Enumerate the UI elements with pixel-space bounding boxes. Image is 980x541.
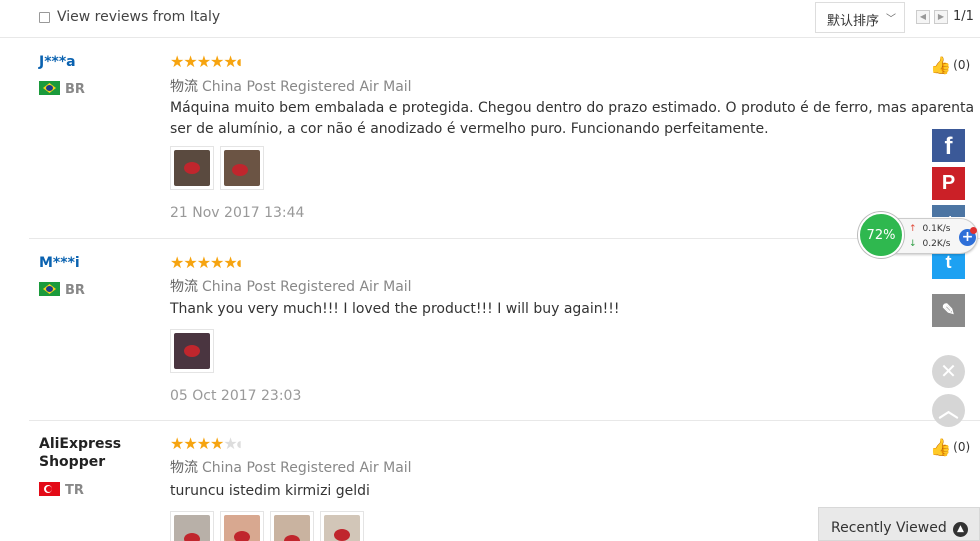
notification-dot: [970, 227, 977, 234]
page-count: 1/1: [953, 9, 974, 24]
close-icon[interactable]: ✕: [932, 355, 965, 388]
helpful-button[interactable]: 👍 (0): [930, 56, 970, 76]
review-text: Thank you very much!!! I loved the produ…: [170, 301, 620, 317]
recently-viewed-label: Recently Viewed: [831, 520, 947, 536]
review-item: J***a BR ★★★★★◖ 物流 China Post Registered …: [0, 38, 980, 239]
star-rating: ★★★★★◖: [170, 434, 241, 453]
star-icon: ★★★★★: [170, 253, 238, 272]
chevron-down-icon: ﹀: [886, 14, 896, 25]
shipping-method: 物流 China Post Registered Air Mail: [170, 279, 412, 295]
checkbox-icon[interactable]: [39, 12, 50, 23]
review-photos: [170, 511, 364, 541]
review-photos: [170, 329, 214, 373]
speed-gauge[interactable]: 72%: [858, 212, 904, 258]
shipping-method: 物流 China Post Registered Air Mail: [170, 79, 412, 95]
back-to-top-icon[interactable]: ︿: [932, 394, 965, 427]
helpful-button[interactable]: 👍 (0): [930, 438, 970, 458]
edit-icon[interactable]: ✎: [932, 294, 965, 327]
reviewer-name[interactable]: J***a: [39, 53, 76, 71]
reviewer-country: BR: [39, 282, 85, 298]
review-date: 05 Oct 2017 23:03: [170, 388, 302, 404]
shipping-method: 物流 China Post Registered Air Mail: [170, 460, 412, 476]
flag-br-icon: [39, 282, 60, 296]
view-reviews-from-italy-label[interactable]: View reviews from Italy: [57, 9, 220, 25]
sort-dropdown[interactable]: 默认排序 ﹀: [815, 2, 905, 33]
review-date: 21 Nov 2017 13:44: [170, 205, 305, 221]
review-photo[interactable]: [220, 511, 264, 541]
prev-page-icon[interactable]: ◀: [916, 10, 930, 24]
review-photo[interactable]: [170, 511, 214, 541]
chevron-up-icon: ▲: [953, 522, 968, 537]
sort-dropdown-label: 默认排序: [827, 14, 880, 29]
star-icon: ★★★★★: [170, 52, 238, 71]
thumbs-up-icon: 👍: [930, 438, 952, 458]
reviewer-country: BR: [39, 81, 85, 97]
review-photo[interactable]: [170, 329, 214, 373]
download-speed: ↓ 0.2K/s: [909, 239, 951, 249]
review-filter-bar: View reviews from Italy 默认排序 ﹀ ◀ ▶ 1/1: [0, 0, 980, 38]
star-rating: ★★★★★◖: [170, 52, 241, 71]
flag-tr-icon: [39, 482, 60, 496]
next-page-icon[interactable]: ▶: [934, 10, 948, 24]
flag-br-icon: [39, 81, 60, 95]
review-text: Máquina muito bem embalada e protegida. …: [170, 100, 975, 137]
star-icon: ★★★★: [170, 434, 224, 453]
pinterest-icon[interactable]: P: [932, 167, 965, 200]
review-photo[interactable]: [170, 146, 214, 190]
review-photo[interactable]: [320, 511, 364, 541]
star-rating: ★★★★★◖: [170, 253, 241, 272]
review-photos: [170, 146, 264, 190]
upload-speed: ↑ 0.1K/s: [909, 224, 951, 234]
reviewer-name[interactable]: AliExpress Shopper: [39, 435, 149, 471]
reviewer-country: TR: [39, 482, 84, 498]
thumbs-up-icon: 👍: [930, 56, 952, 76]
review-text: turuncu istedim kirmizi geldi: [170, 483, 370, 499]
recently-viewed-tab[interactable]: Recently Viewed ▲: [818, 507, 980, 541]
review-item: M***i BR ★★★★★◖ 物流 China Post Registered …: [0, 239, 980, 421]
network-speed-widget[interactable]: 72% ↑ 0.1K/s ↓ 0.2K/s +: [858, 212, 980, 260]
reviewer-name[interactable]: M***i: [39, 254, 80, 272]
facebook-icon[interactable]: f: [932, 129, 965, 162]
review-photo[interactable]: [270, 511, 314, 541]
review-photo[interactable]: [220, 146, 264, 190]
